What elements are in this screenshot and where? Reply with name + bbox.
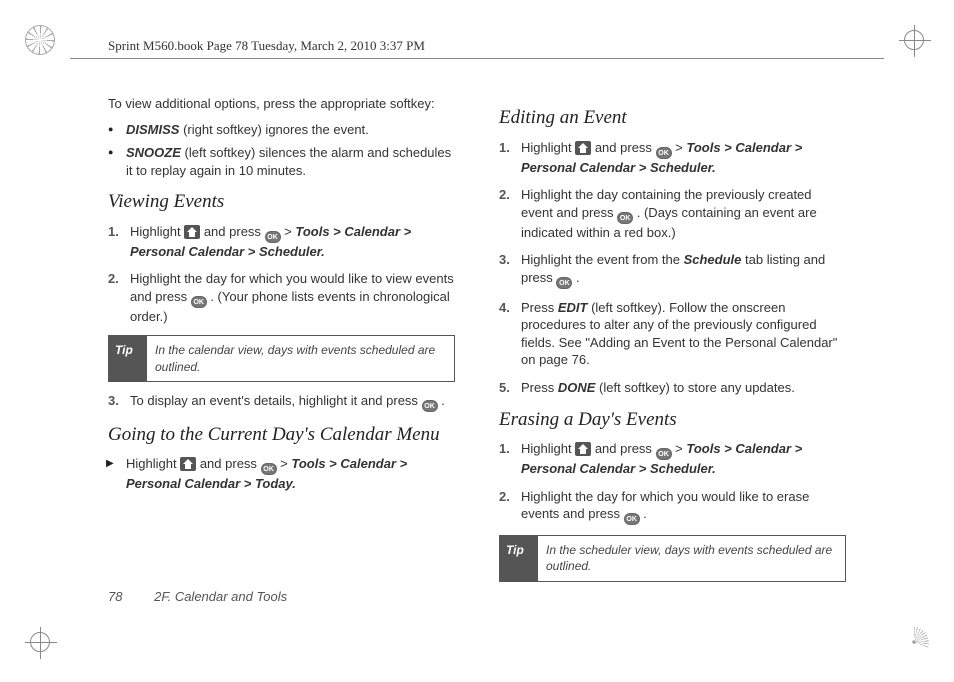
viewing-step-1: Highlight and press > Tools > Calendar >… [130,223,455,261]
page-body: To view additional options, press the ap… [108,95,846,612]
viewing-step-3: To display an event's details, highlight… [130,392,455,412]
text: > [675,140,686,155]
text: (left softkey) to store any updates. [599,380,795,395]
tip-text: In the scheduler view, days with events … [538,536,845,580]
done-softkey: DONE [558,380,596,395]
home-icon [180,457,196,471]
right-column: Editing an Event Highlight and press > T… [499,95,846,612]
text: Highlight [521,140,575,155]
heading-current-day: Going to the Current Day's Calendar Menu [108,422,455,448]
edit-step-1: Highlight and press > Tools > Calendar >… [521,139,846,177]
tip-box: Tip In the calendar view, days with even… [108,335,455,381]
bullet-snooze: SNOOZE (left softkey) silences the alarm… [122,144,455,179]
page-footer: 78 2F. Calendar and Tools [108,589,287,604]
dismiss-label: DISMISS [126,122,179,137]
left-column: To view additional options, press the ap… [108,95,455,612]
text: Highlight [126,456,180,471]
edit-step-3: Highlight the event from the Schedule ta… [521,251,846,289]
text: and press [595,140,656,155]
text: and press [204,224,265,239]
erase-step-2: Highlight the day for which you would li… [521,488,846,526]
doc-header: Sprint M560.book Page 78 Tuesday, March … [108,38,425,54]
ok-icon [656,448,672,460]
text: . [441,393,445,408]
text: Highlight [521,441,575,456]
edit-step-4: Press EDIT (left softkey). Follow the on… [521,299,846,369]
section-title: 2F. Calendar and Tools [154,589,287,604]
ok-icon [261,463,277,475]
ok-icon [656,147,672,159]
tip-label: Tip [500,536,538,580]
bullet-dismiss: DISMISS (right softkey) ignores the even… [122,121,455,139]
text: . [643,506,647,521]
text: To display an event's details, highlight… [130,393,422,408]
home-icon [184,225,200,239]
text: . [576,270,580,285]
text: Press [521,380,558,395]
page-number: 78 [108,589,122,604]
tip-label: Tip [109,336,147,380]
text: and press [200,456,261,471]
ok-icon [191,296,207,308]
ok-icon [624,513,640,525]
text: Highlight the day for which you would li… [521,489,809,522]
edit-step-2: Highlight the day containing the previou… [521,186,846,241]
edit-step-5: Press DONE (left softkey) to store any u… [521,379,846,397]
text: > [284,224,295,239]
text: Highlight [130,224,184,239]
heading-erasing-events: Erasing a Day's Events [499,407,846,433]
intro-text: To view additional options, press the ap… [108,95,455,113]
text: > [280,456,291,471]
erase-step-1: Highlight and press > Tools > Calendar >… [521,440,846,478]
text: Highlight the event from the [521,252,684,267]
tip-box: Tip In the scheduler view, days with eve… [499,535,846,581]
edit-softkey: EDIT [558,300,588,315]
text: and press [595,441,656,456]
ok-icon [265,231,281,243]
today-step: Highlight and press > Tools > Calendar >… [122,455,455,493]
text: > [675,441,686,456]
heading-editing-event: Editing an Event [499,105,846,131]
snooze-label: SNOOZE [126,145,181,160]
heading-viewing-events: Viewing Events [108,189,455,215]
home-icon [575,442,591,456]
dismiss-desc: (right softkey) ignores the event. [179,122,368,137]
viewing-step-2: Highlight the day for which you would li… [130,270,455,325]
home-icon [575,141,591,155]
tip-text: In the calendar view, days with events s… [147,336,454,380]
schedule-tab: Schedule [684,252,742,267]
ok-icon [556,277,572,289]
ok-icon [617,212,633,224]
ok-icon [422,400,438,412]
text: Press [521,300,558,315]
